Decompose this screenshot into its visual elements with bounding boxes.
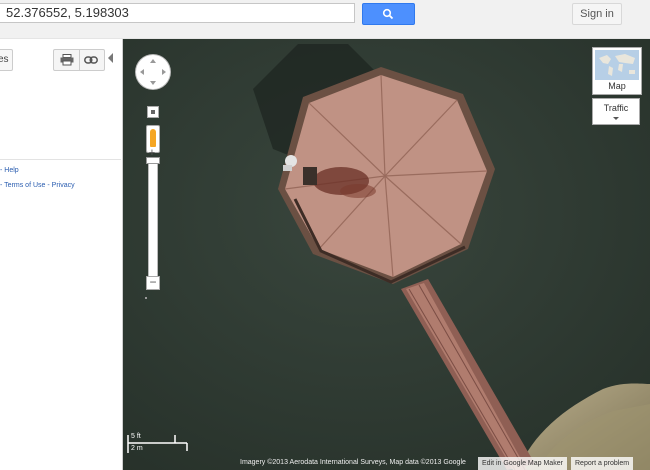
search-icon [382, 8, 394, 20]
help-link[interactable]: - Help [0, 167, 19, 174]
footer-separator: - [47, 182, 50, 189]
dot-icon [145, 297, 147, 299]
panel-separator [0, 159, 121, 160]
pan-left-icon[interactable] [140, 69, 144, 75]
search-button[interactable] [362, 3, 415, 25]
map-type-button[interactable]: Map [592, 47, 642, 95]
panel-tab-label: es [0, 54, 9, 65]
dot-icon [151, 110, 155, 114]
pan-right-icon[interactable] [162, 69, 166, 75]
print-icon[interactable] [60, 54, 74, 66]
pegman-icon [150, 129, 156, 147]
attribution-text: Imagery ©2013 Aerodata International Sur… [240, 459, 466, 466]
world-map-icon [599, 54, 635, 76]
map-thumbnail [595, 50, 639, 80]
edit-map-maker-link[interactable]: Edit in Google Map Maker [478, 457, 567, 470]
help-separator: - [0, 167, 3, 174]
search-input[interactable] [0, 3, 355, 23]
tool-group [53, 49, 105, 71]
terms-link[interactable]: Terms of Use [4, 182, 45, 189]
zoom-slider-thumb[interactable] [146, 157, 160, 164]
traffic-label: Traffic [603, 103, 629, 113]
footer-separator: - [0, 182, 3, 189]
attribution-bar: Imagery ©2013 Aerodata International Sur… [123, 457, 650, 470]
satellite-imagery [123, 39, 650, 470]
scale-bar: 5 ft 2 m [127, 433, 189, 455]
map-type-label: Map [608, 81, 626, 91]
left-panel: es - Help - Terms of Use - Privacy [0, 39, 123, 470]
zoom-slider-track[interactable] [148, 160, 158, 282]
scale-feet: 5 ft [131, 433, 141, 440]
zoom-out-button[interactable]: − [146, 276, 160, 290]
report-problem-link[interactable]: Report a problem [571, 457, 634, 470]
top-bar: Sign in [0, 0, 650, 39]
pan-control[interactable] [136, 55, 170, 89]
link-icon[interactable] [84, 55, 98, 65]
tool-divider [79, 50, 80, 70]
scale-meters: 2 m [131, 445, 143, 452]
help-link-label: Help [4, 167, 19, 174]
pan-down-icon[interactable] [150, 81, 156, 85]
panel-tab[interactable]: es [0, 49, 13, 71]
footer-links: - Terms of Use - Privacy [0, 182, 75, 189]
privacy-link[interactable]: Privacy [52, 182, 75, 189]
chevron-down-icon [613, 117, 619, 120]
satellite-map[interactable]: Imagery ©2013 Aerodata International Sur… [123, 39, 650, 470]
sign-in-button[interactable]: Sign in [572, 3, 622, 25]
collapse-panel-icon[interactable] [108, 53, 113, 63]
traffic-button[interactable]: Traffic [592, 98, 640, 125]
pan-up-icon[interactable] [150, 59, 156, 63]
zoom-control-top[interactable] [147, 106, 159, 118]
